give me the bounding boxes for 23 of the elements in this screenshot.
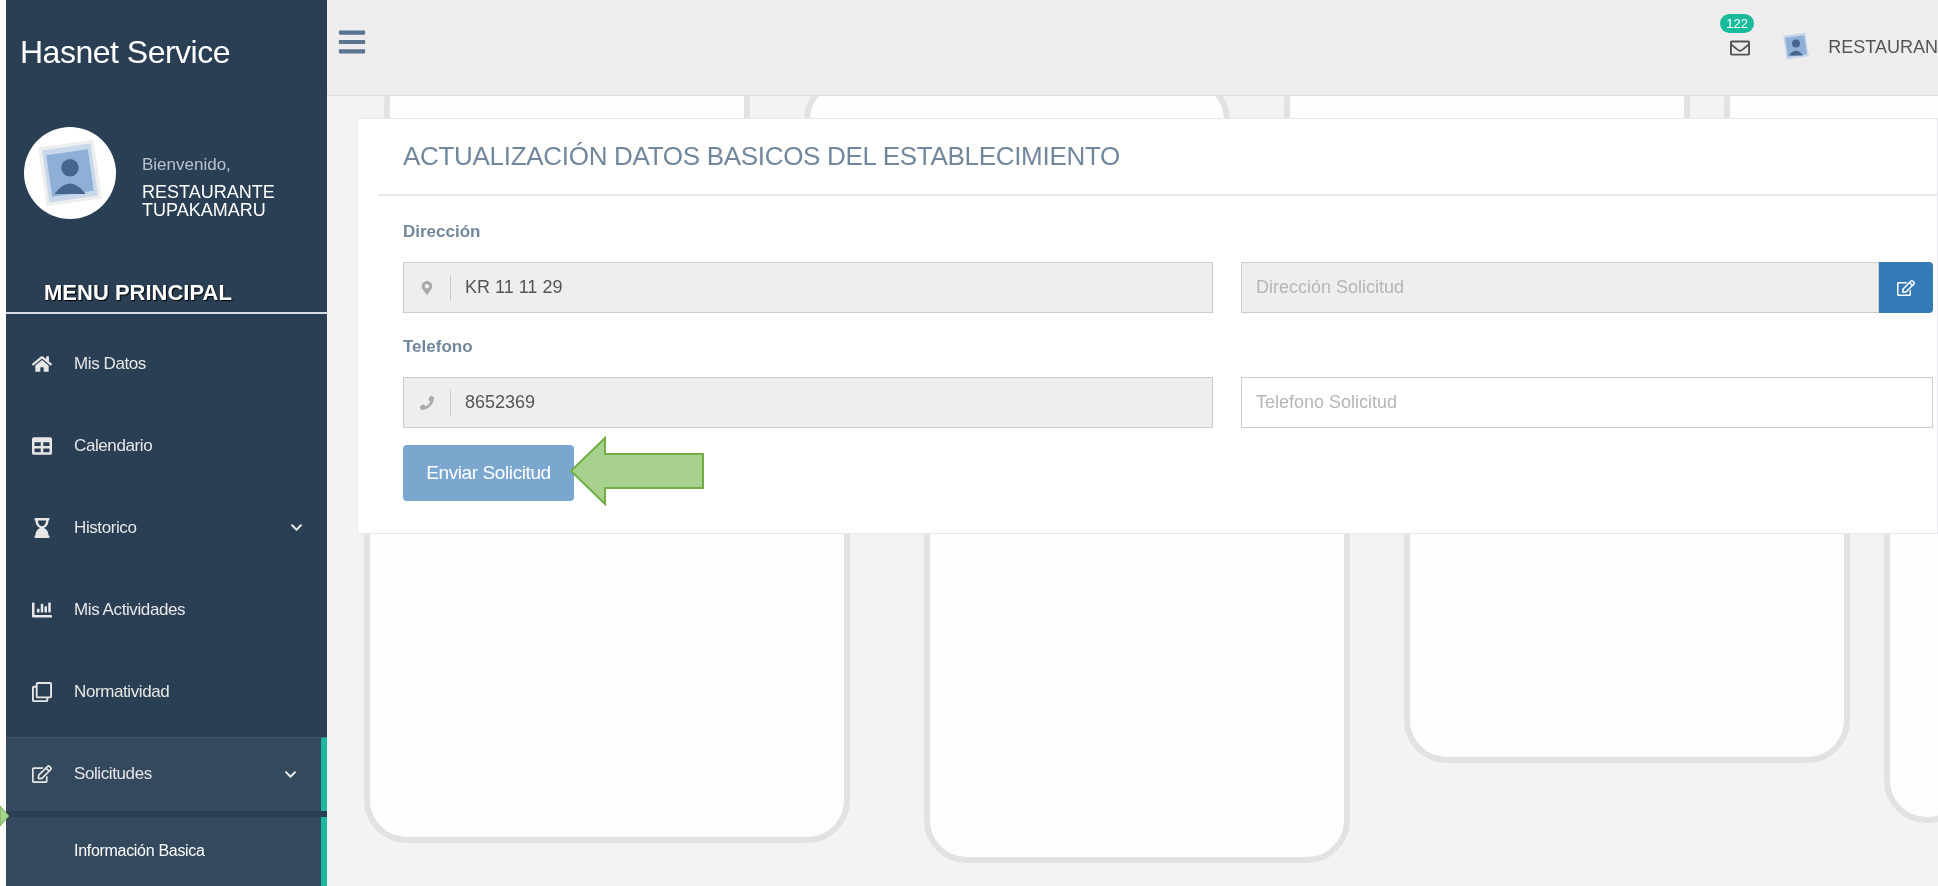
form-title: ACTUALIZACIÓN DATOS BASICOS DEL ESTABLECIMIENTO [378, 119, 1937, 196]
field-label: Dirección [403, 222, 482, 242]
field-label: Telefono [403, 337, 474, 357]
menu-icon [32, 681, 52, 702]
sidebar-item[interactable]: Mis Datos [6, 322, 327, 405]
edit-icon [1897, 278, 1915, 297]
menu-icon [32, 435, 52, 456]
sidebar-item[interactable]: Normatividad [6, 650, 327, 733]
arrow-drawing [0, 806, 10, 826]
greeting-text: Bienvenido, [142, 155, 232, 176]
edit-button[interactable] [1879, 262, 1933, 313]
sidebar-item[interactable]: Solicitudes [6, 736, 327, 811]
menu-icon [32, 764, 52, 785]
sidebar-item[interactable]: Mis Actividades [6, 568, 327, 651]
notification-badge: 122 [1720, 13, 1754, 33]
menu-icon [32, 353, 52, 374]
user-name: RESTAURANTE TUPAKAMARU [142, 183, 276, 220]
user-name[interactable]: RESTAURAN [1828, 37, 1938, 58]
submenu-item[interactable]: Información Basica [6, 816, 327, 886]
brand-title: Hasnet Service [19, 33, 231, 72]
sidebar-item[interactable]: Calendario [6, 404, 327, 487]
sidebar-item[interactable]: Historico [6, 486, 327, 569]
menu-icon [32, 517, 52, 538]
